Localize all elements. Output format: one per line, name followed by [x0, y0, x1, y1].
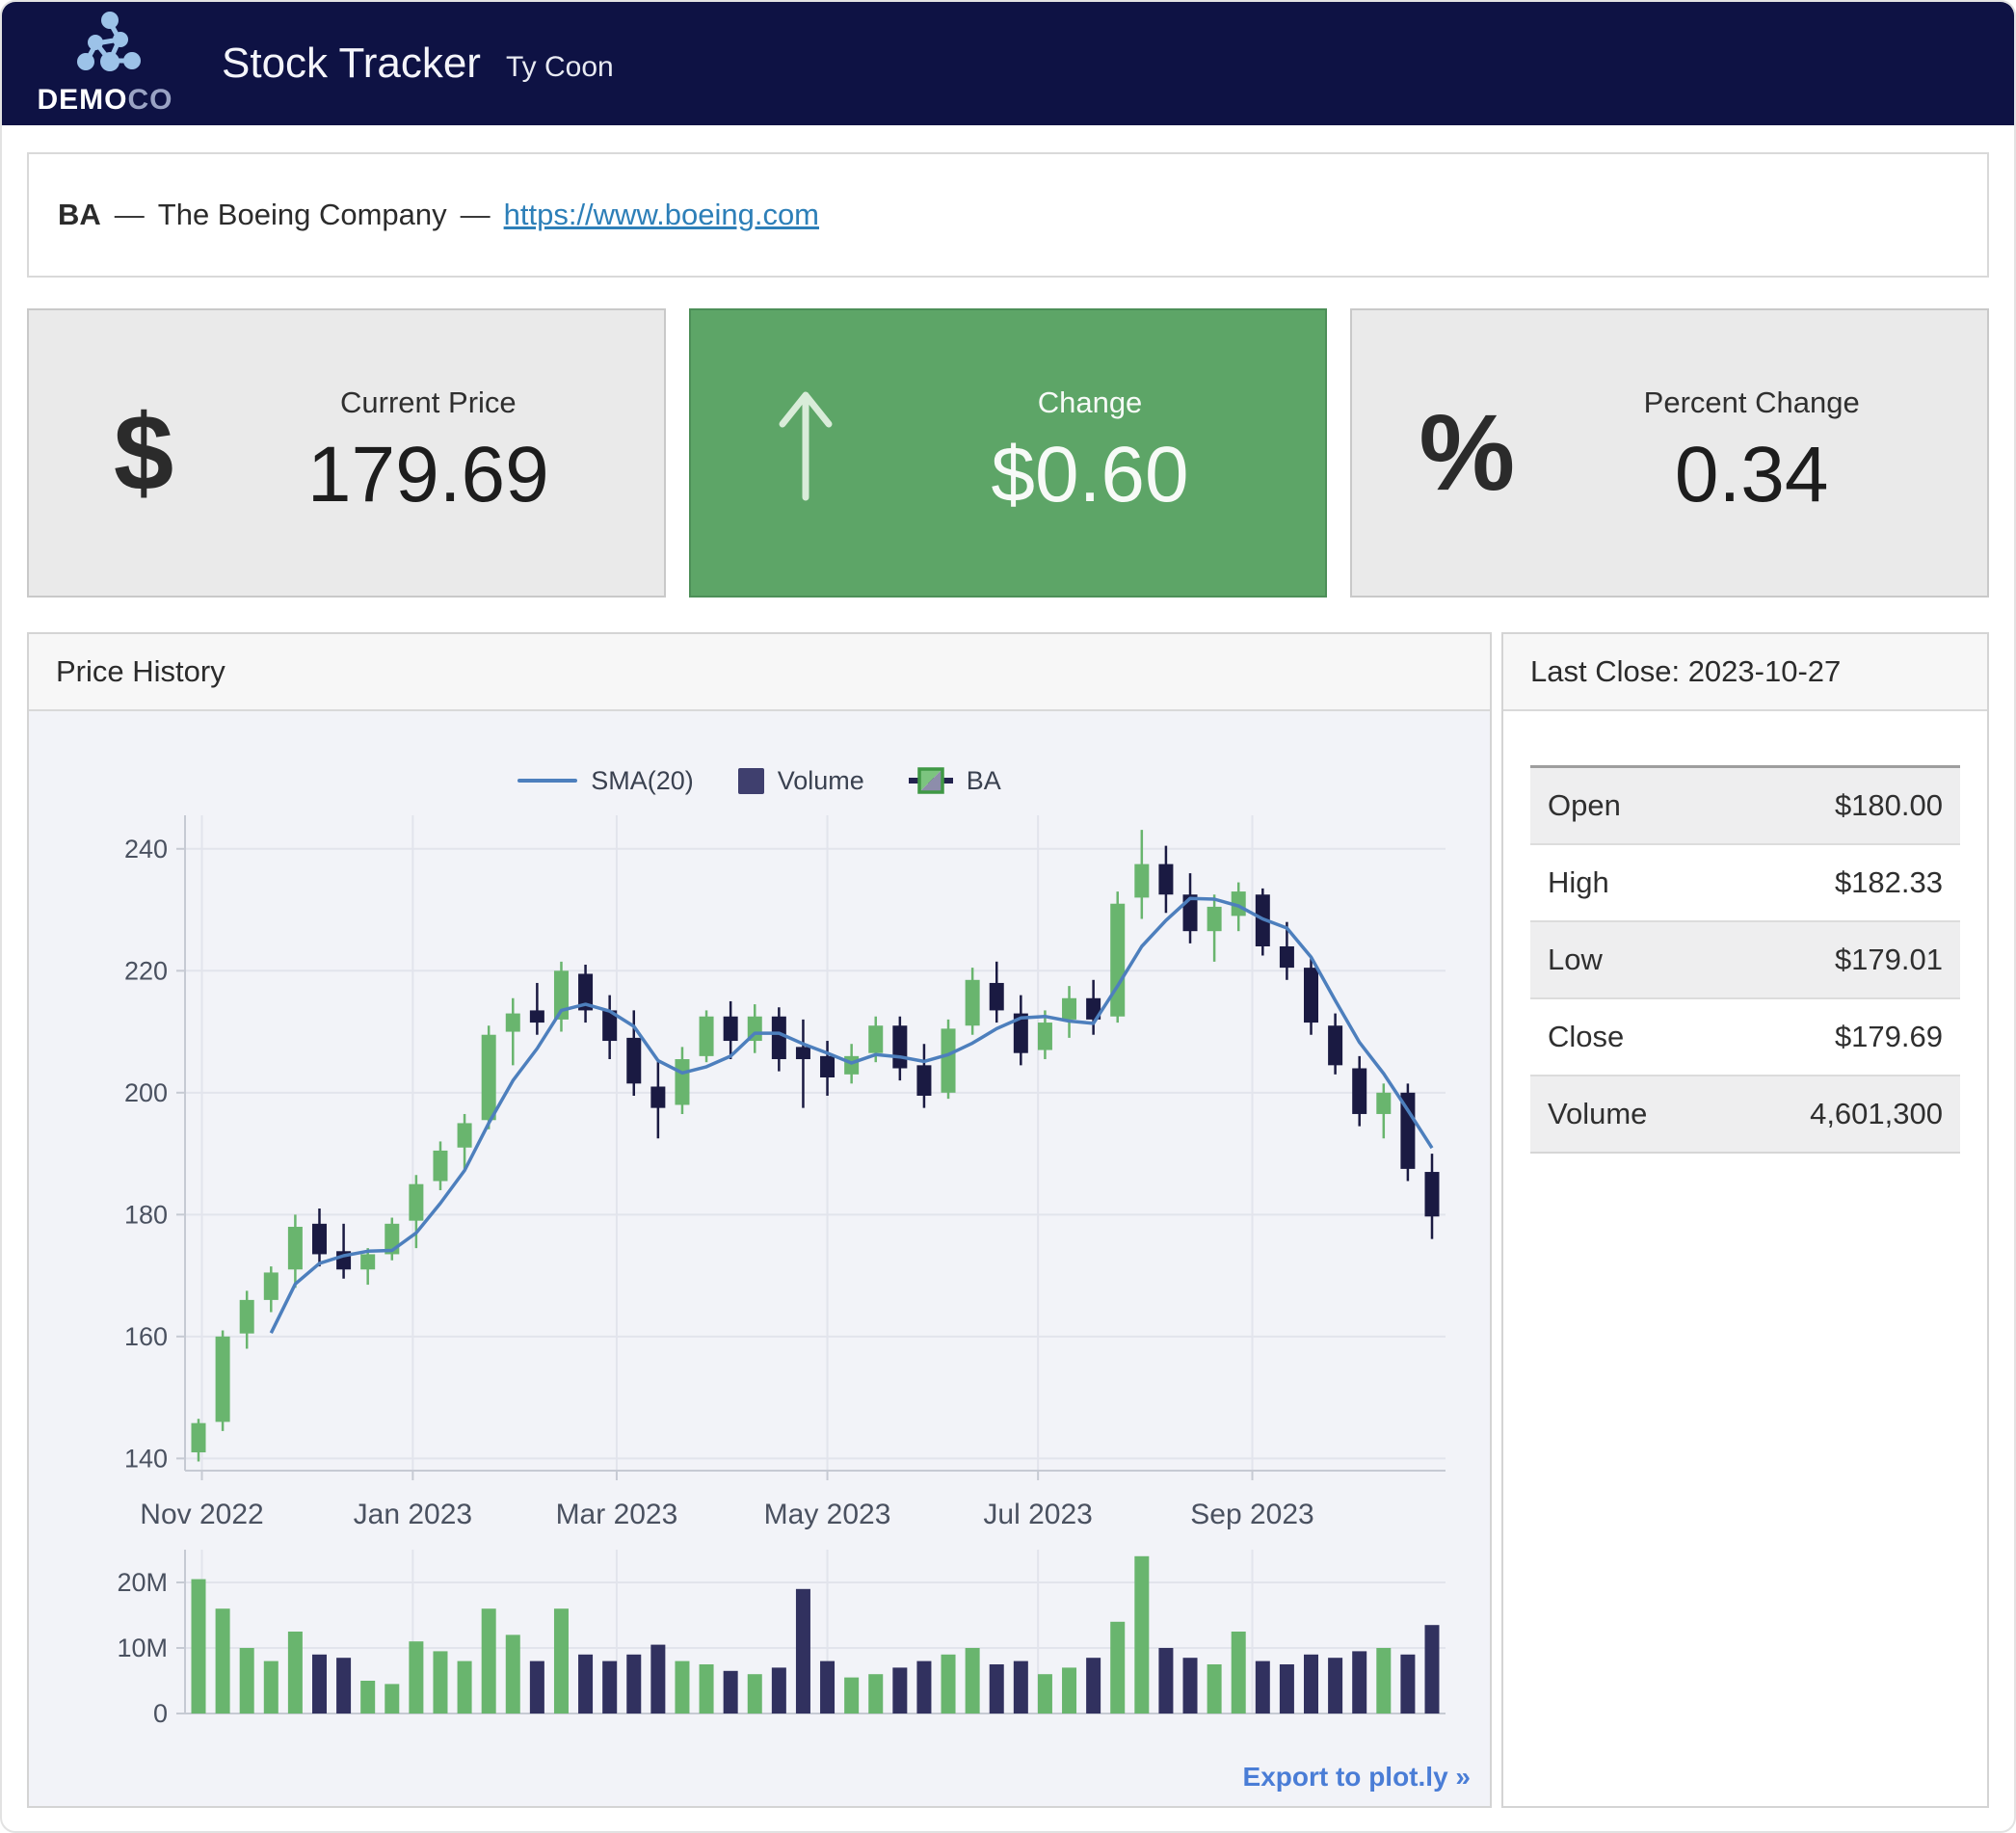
current-price-value: 179.69	[307, 430, 549, 520]
svg-text:Sep 2023: Sep 2023	[1190, 1499, 1313, 1530]
table-row: Volume4,601,300	[1530, 1076, 1960, 1153]
row-label: High	[1530, 844, 1721, 921]
price-history-panel: Price History SMA(20) Volume	[27, 632, 1492, 1808]
main-content: Price History SMA(20) Volume	[27, 632, 1989, 1808]
price-history-chart: SMA(20) Volume BA	[29, 711, 1490, 1806]
row-value: $179.01	[1721, 921, 1960, 998]
table-row: Open$180.00	[1530, 767, 1960, 844]
app-header: DEMOCO Stock Tracker Ty Coon	[2, 2, 2014, 125]
stat-label: Percent Change	[1644, 385, 1860, 420]
row-value: $180.00	[1721, 767, 1960, 844]
legend-item-ba[interactable]: BA	[909, 761, 1001, 800]
row-value: $182.33	[1721, 844, 1960, 921]
svg-text:Nov 2022: Nov 2022	[140, 1499, 263, 1530]
row-value: 4,601,300	[1721, 1076, 1960, 1153]
percent-change-value: 0.34	[1675, 430, 1829, 520]
stats-row: $ Current Price 179.69 Change $0.60 %	[27, 308, 1989, 598]
table-row: Low$179.01	[1530, 921, 1960, 998]
svg-text:220: 220	[124, 956, 168, 985]
row-label: Close	[1530, 998, 1721, 1076]
arrow-up-icon	[724, 384, 888, 522]
stat-label: Change	[1038, 385, 1143, 420]
brand-name: DEMOCO	[38, 84, 173, 117]
company-website-link[interactable]: https://www.boeing.com	[504, 198, 819, 232]
row-label: Open	[1530, 767, 1721, 844]
legend-item-volume[interactable]: Volume	[738, 766, 864, 796]
brand-logo: DEMOCO	[33, 11, 177, 117]
last-close-body: Open$180.00High$182.33Low$179.01Close$17…	[1503, 711, 1987, 1806]
price-history-title: Price History	[29, 634, 1490, 711]
company-name: The Boeing Company	[158, 198, 447, 232]
legend-label: SMA(20)	[591, 766, 694, 796]
company-info-bar: BA — The Boeing Company — https://www.bo…	[27, 152, 1989, 278]
chart-legend: SMA(20) Volume BA	[29, 761, 1490, 800]
svg-text:200: 200	[124, 1078, 168, 1107]
legend-label: BA	[967, 766, 1001, 796]
legend-label: Volume	[778, 766, 864, 796]
svg-text:140: 140	[124, 1444, 168, 1473]
separator-dash: —	[115, 198, 145, 232]
svg-text:0: 0	[153, 1699, 168, 1728]
table-row: Close$179.69	[1530, 998, 1960, 1076]
row-value: $179.69	[1721, 998, 1960, 1076]
stock-tracker-app: DEMOCO Stock Tracker Ty Coon BA — The Bo…	[0, 0, 2016, 1833]
table-row: High$182.33	[1530, 844, 1960, 921]
svg-text:20M: 20M	[117, 1568, 168, 1597]
page-subtitle: Ty Coon	[506, 51, 614, 84]
stat-card-change: Change $0.60	[689, 308, 1328, 598]
candlestick-volume-chart[interactable]: Nov 2022 Jan 2023 Mar 2023 May 2023 Jul 2023…	[40, 806, 1478, 1731]
svg-text:160: 160	[124, 1322, 168, 1351]
last-close-title: Last Close: 2023-10-27	[1503, 634, 1987, 711]
stat-label: Current Price	[340, 385, 517, 420]
row-label: Low	[1530, 921, 1721, 998]
svg-text:180: 180	[124, 1200, 168, 1229]
separator-dash: —	[461, 198, 491, 232]
ticker-symbol: BA	[58, 198, 101, 232]
molecule-logo-icon	[66, 11, 145, 82]
sma-line-icon	[517, 779, 577, 783]
svg-text:10M: 10M	[117, 1634, 168, 1662]
change-value: $0.60	[991, 430, 1188, 520]
dollar-sign-icon: $	[62, 399, 225, 507]
sma-line	[271, 898, 1432, 1333]
legend-item-sma[interactable]: SMA(20)	[517, 766, 694, 796]
ohlc-table: Open$180.00High$182.33Low$179.01Close$17…	[1530, 765, 1960, 1154]
svg-text:Mar 2023: Mar 2023	[556, 1499, 678, 1530]
svg-text:May 2023: May 2023	[764, 1499, 891, 1530]
row-label: Volume	[1530, 1076, 1721, 1153]
percent-icon: %	[1385, 399, 1549, 507]
svg-text:Jan 2023: Jan 2023	[354, 1499, 472, 1530]
page-title: Stock Tracker	[222, 40, 481, 88]
volume-swatch-icon	[738, 768, 764, 794]
stat-card-percent-change: % Percent Change 0.34	[1350, 308, 1989, 598]
last-close-panel: Last Close: 2023-10-27 Open$180.00High$1…	[1501, 632, 1989, 1808]
svg-text:Jul 2023: Jul 2023	[983, 1499, 1092, 1530]
stat-card-current-price: $ Current Price 179.69	[27, 308, 666, 598]
candlestick-icon	[909, 761, 953, 800]
svg-text:240: 240	[124, 835, 168, 863]
export-plotly-link[interactable]: Export to plot.ly »	[1243, 1762, 1471, 1793]
